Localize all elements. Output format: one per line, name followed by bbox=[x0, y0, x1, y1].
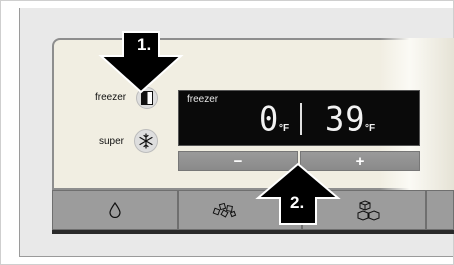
snowflake-icon bbox=[139, 133, 153, 149]
callout-number-2: 2. bbox=[290, 193, 305, 212]
freezer-unit: °F bbox=[279, 123, 290, 134]
temperature-display: freezer 0 °F 39 °F bbox=[178, 90, 420, 146]
ice-cubes-icon bbox=[357, 200, 380, 221]
display-freezer-label: freezer bbox=[187, 94, 219, 105]
water-drop-icon bbox=[109, 202, 121, 218]
panel-bottom-edge bbox=[52, 230, 454, 234]
crushed-ice-icon bbox=[212, 202, 237, 218]
bottom-edge-button[interactable] bbox=[426, 190, 454, 230]
super-button[interactable] bbox=[134, 129, 158, 153]
minus-label: − bbox=[233, 152, 243, 170]
fridge-temperature: 39 bbox=[325, 99, 366, 139]
display-divider bbox=[300, 103, 302, 135]
fridge-unit: °F bbox=[365, 123, 376, 134]
callout-number-1: 1. bbox=[137, 35, 152, 54]
super-label: super bbox=[99, 136, 125, 147]
plus-label: + bbox=[355, 152, 365, 170]
freezer-temperature: 0 bbox=[259, 99, 280, 139]
water-button[interactable] bbox=[52, 190, 178, 230]
